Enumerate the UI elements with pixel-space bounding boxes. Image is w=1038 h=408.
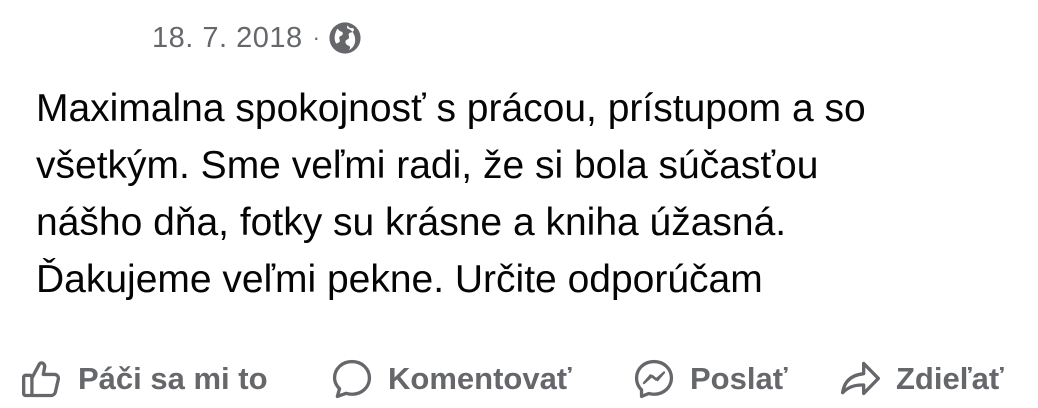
comment-label: Komentovať [388, 361, 572, 396]
globe-icon[interactable] [328, 21, 362, 55]
post-text-line: Ďakujeme veľmi pekne. Určite odporúčam [36, 258, 763, 301]
post-text-line: nášho dňa, fotky su krásne a kniha úžasn… [36, 201, 787, 244]
meta-separator: · [312, 25, 321, 50]
speech-bubble-icon [332, 359, 372, 399]
post-text-line: Maximalna spokojnosť s prácou, prístupom… [36, 87, 866, 130]
share-label: Zdieľať [896, 361, 1004, 396]
share-button[interactable]: Zdieľať [838, 350, 1004, 408]
post-date[interactable]: 18. 7. 2018 [152, 22, 303, 55]
action-bar: Páči sa mi to Komentovať Poslať Zdieľať [0, 350, 1038, 408]
post-text: Maximalna spokojnosť s prácou, prístupom… [36, 80, 1016, 308]
like-button[interactable]: Páči sa mi to [20, 350, 268, 408]
share-arrow-icon [840, 361, 880, 396]
post-text-line: všetkým. Sme veľmi radi, že si bola súča… [36, 144, 819, 187]
post-meta: 18. 7. 2018 · [152, 18, 362, 58]
send-label: Poslať [690, 361, 788, 396]
thumbs-up-icon [22, 361, 61, 398]
comment-button[interactable]: Komentovať [330, 350, 572, 408]
messenger-icon [634, 359, 674, 399]
send-button[interactable]: Poslať [632, 350, 788, 408]
like-label: Páči sa mi to [78, 361, 268, 396]
review-post: 18. 7. 2018 · Maximalna spokojnosť s prá… [0, 0, 1038, 408]
